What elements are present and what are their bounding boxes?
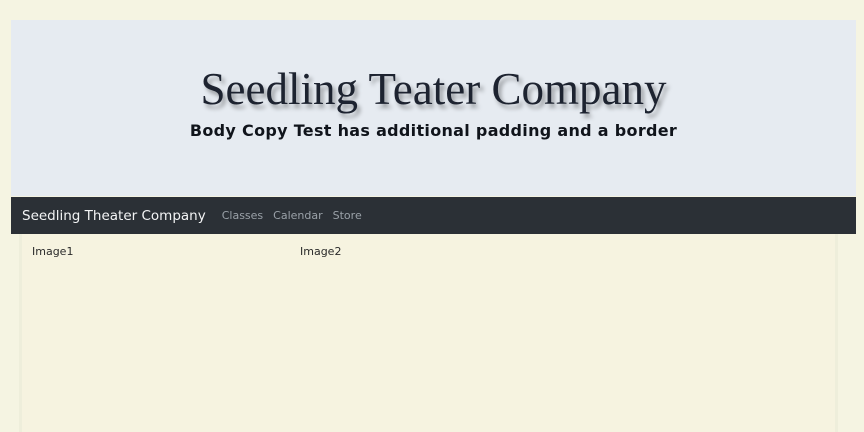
navbar-brand[interactable]: Seedling Theater Company <box>22 208 206 224</box>
page-frame: Seedling Teater Company Body Copy Test h… <box>11 20 856 432</box>
nav-links: Classes Calendar Store <box>222 209 372 222</box>
page-subtitle: Body Copy Test has additional padding an… <box>189 121 678 140</box>
image-placeholder-1: Image1 <box>32 245 74 258</box>
navbar: Seedling Theater Company Classes Calenda… <box>11 197 856 234</box>
page-title: Seedling Teater Company <box>200 64 667 114</box>
nav-link-store[interactable]: Store <box>333 209 362 222</box>
hero-header: Seedling Teater Company Body Copy Test h… <box>11 20 856 196</box>
nav-link-classes[interactable]: Classes <box>222 209 263 222</box>
main-content: Image1 Image2 <box>19 234 838 432</box>
image-placeholder-2: Image2 <box>300 245 342 258</box>
nav-link-calendar[interactable]: Calendar <box>273 209 322 222</box>
